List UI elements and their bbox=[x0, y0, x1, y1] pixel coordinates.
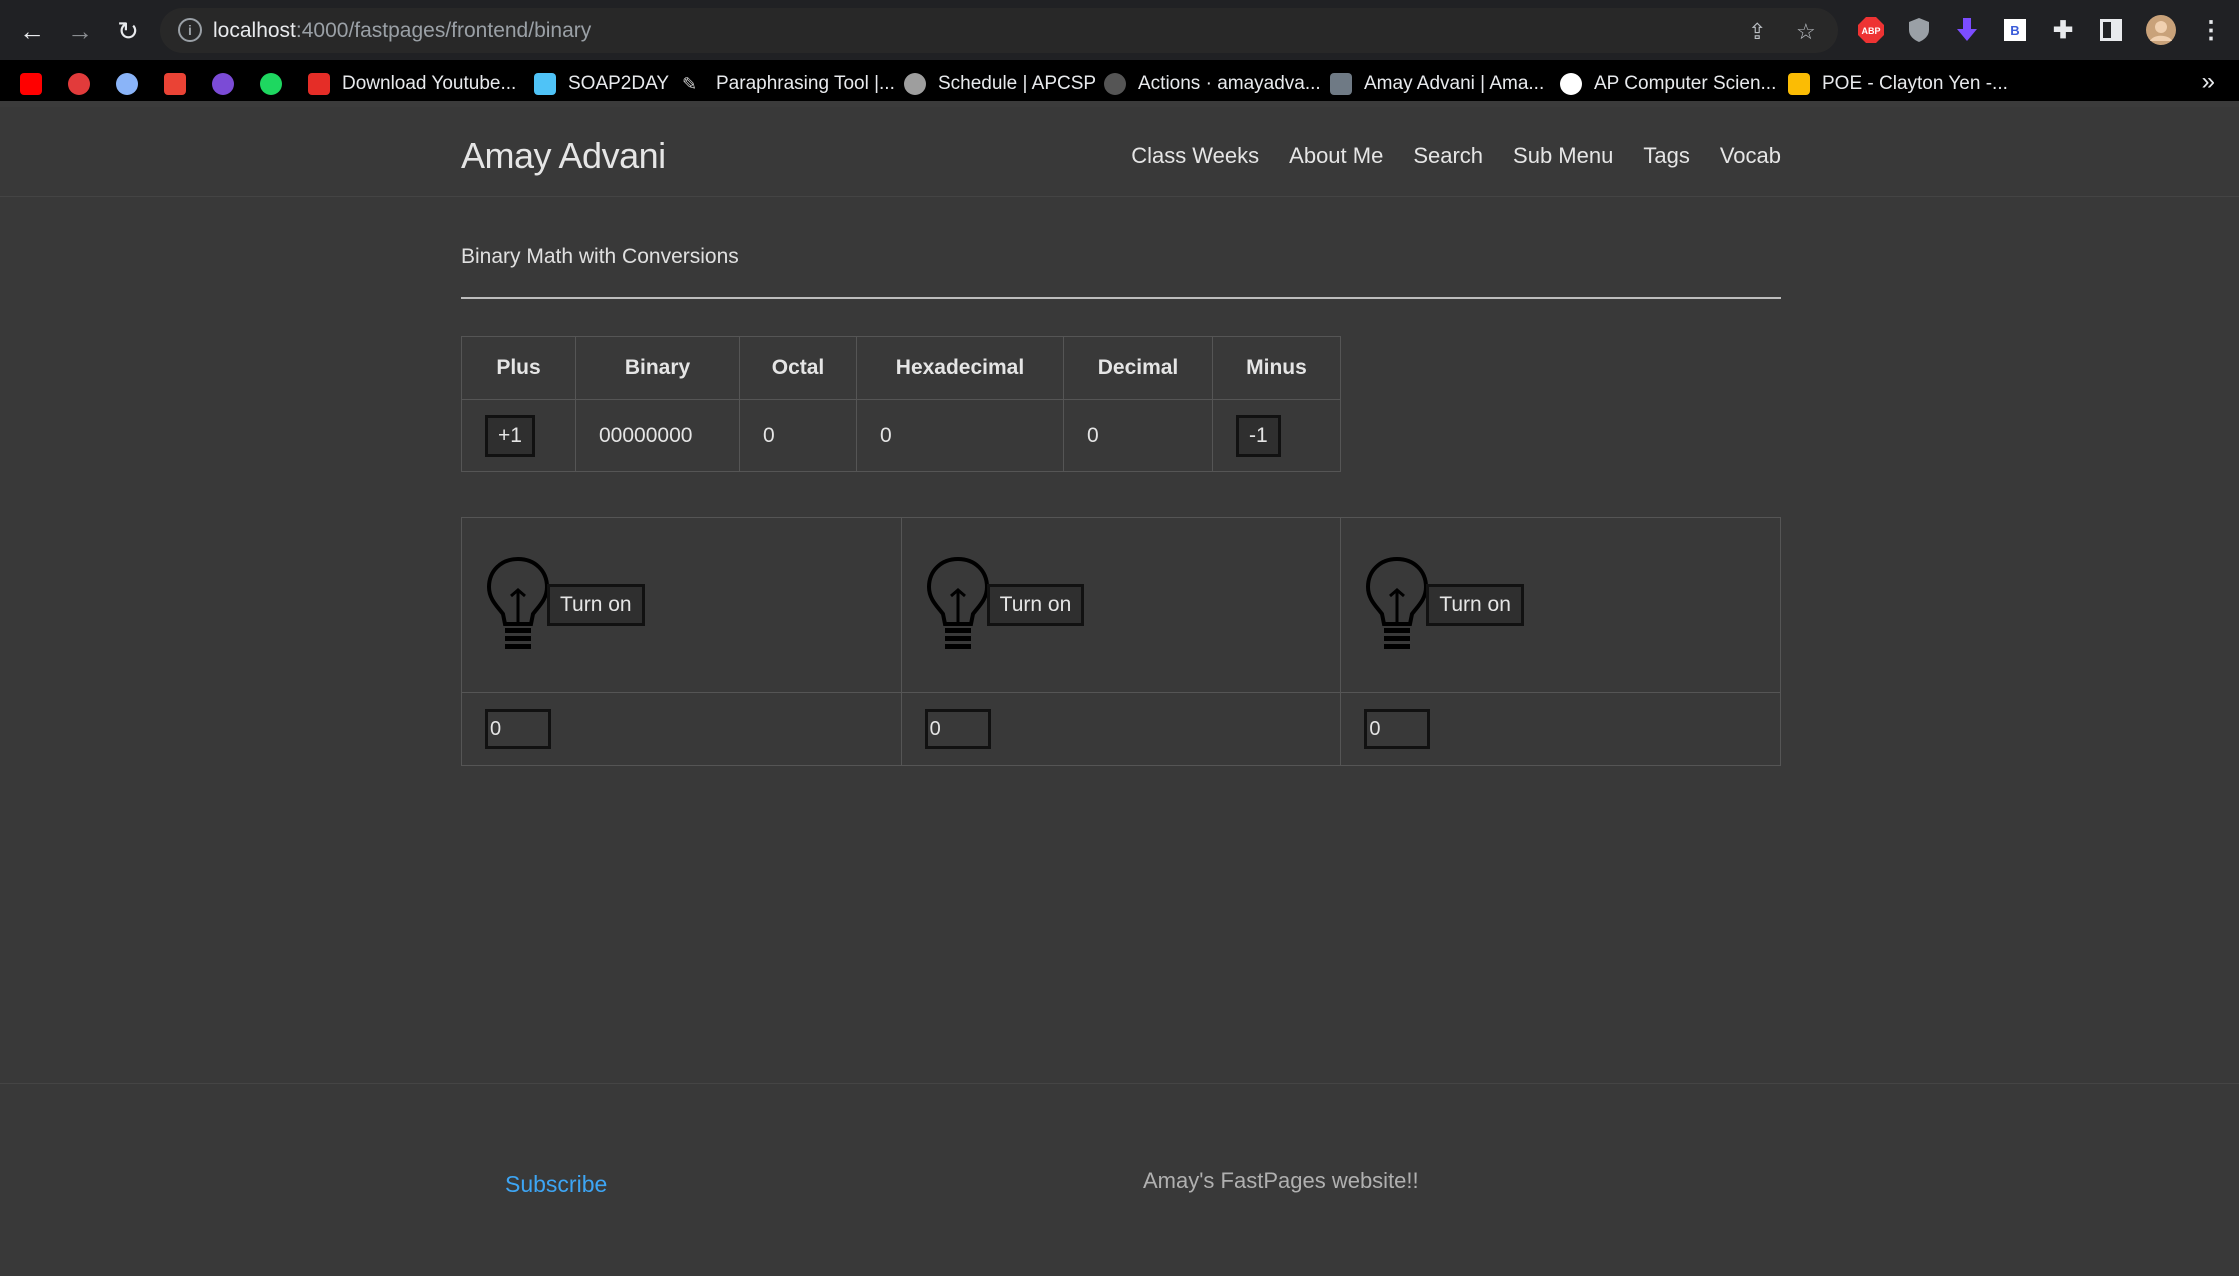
site-header: Amay Advani Class Weeks About Me Search … bbox=[0, 113, 2239, 197]
bookmark-2[interactable] bbox=[68, 70, 90, 98]
fastpages-icon bbox=[1330, 73, 1352, 95]
page: Amay Advani Class Weeks About Me Search … bbox=[0, 113, 2239, 1276]
google-drive-icon bbox=[1788, 73, 1810, 95]
nav-tags[interactable]: Tags bbox=[1643, 143, 1689, 169]
turn-on-button[interactable]: Turn on bbox=[547, 584, 645, 626]
nav-vocab[interactable]: Vocab bbox=[1720, 143, 1781, 169]
site-info-icon[interactable]: i bbox=[178, 18, 202, 42]
bookmark-3[interactable] bbox=[116, 70, 138, 98]
header-octal: Octal bbox=[739, 336, 857, 400]
svg-text:B: B bbox=[2010, 23, 2019, 38]
site-footer: Subscribe Amay's FastPages website!! bbox=[0, 1083, 2239, 1276]
globe-dark-icon bbox=[1560, 73, 1582, 95]
bookmark-gmail[interactable] bbox=[164, 70, 186, 98]
reload-icon[interactable]: ↻ bbox=[111, 14, 145, 48]
subscribe-link[interactable]: Subscribe bbox=[505, 1171, 607, 1198]
more-bookmarks-icon[interactable]: » bbox=[2202, 68, 2215, 96]
lightbulb-icon bbox=[1366, 556, 1429, 649]
hexadecimal-value: 0 bbox=[856, 399, 1064, 472]
address-bar[interactable]: i localhost:4000/fastpages/frontend/bina… bbox=[160, 8, 1838, 53]
conversion-table: Plus Binary Octal Hexadecimal Decimal Mi… bbox=[461, 336, 1341, 472]
colorwheel-icon bbox=[212, 73, 234, 95]
github-icon bbox=[1104, 73, 1126, 95]
back-icon[interactable]: ← bbox=[15, 14, 49, 48]
shield-icon[interactable] bbox=[1903, 14, 1935, 46]
binary-value: 00000000 bbox=[575, 399, 740, 472]
value-row bbox=[461, 692, 1781, 766]
bookmark-paraphrasing[interactable]: ✎ Paraphrasing Tool |... bbox=[682, 70, 895, 98]
side-panel-icon[interactable] bbox=[2095, 14, 2127, 46]
extensions-puzzle-icon[interactable]: ✚ bbox=[2047, 14, 2079, 46]
header-minus: Minus bbox=[1212, 336, 1341, 400]
value-cell bbox=[1340, 692, 1781, 766]
lightbulb-icon bbox=[926, 556, 989, 649]
footer-description: Amay's FastPages website!! bbox=[1143, 1168, 1419, 1193]
nav-search[interactable]: Search bbox=[1413, 143, 1483, 169]
sun-icon bbox=[68, 73, 90, 95]
bookmark-apcs[interactable]: AP Computer Scien... bbox=[1560, 70, 1776, 98]
bit-cell: Turn on bbox=[461, 517, 902, 693]
bulb-row: Turn on Turn on Turn on bbox=[461, 517, 1781, 693]
decimal-value: 0 bbox=[1063, 399, 1213, 472]
header-hexadecimal: Hexadecimal bbox=[856, 336, 1064, 400]
forward-icon[interactable]: → bbox=[63, 14, 97, 48]
table-header-row: Plus Binary Octal Hexadecimal Decimal Mi… bbox=[461, 336, 1341, 400]
plus-cell: +1 bbox=[461, 399, 576, 472]
spotify-icon bbox=[260, 73, 282, 95]
bit-value-input[interactable] bbox=[485, 709, 551, 749]
nav-class-weeks[interactable]: Class Weeks bbox=[1131, 143, 1259, 169]
gmail-icon bbox=[164, 73, 186, 95]
lightbulb-icon bbox=[486, 556, 550, 649]
nav-about-me[interactable]: About Me bbox=[1289, 143, 1383, 169]
minus-cell: -1 bbox=[1212, 399, 1341, 472]
header-binary: Binary bbox=[575, 336, 740, 400]
download-icon[interactable] bbox=[1951, 14, 1983, 46]
table-row: +1 00000000 0 0 0 -1 bbox=[461, 399, 1341, 472]
header-decimal: Decimal bbox=[1063, 336, 1213, 400]
turn-on-button[interactable]: Turn on bbox=[986, 584, 1085, 626]
b-extension-icon[interactable]: B bbox=[1999, 14, 2031, 46]
bookmark-star-icon[interactable]: ☆ bbox=[1796, 19, 1816, 45]
value-cell bbox=[461, 692, 902, 766]
minus-one-button[interactable]: -1 bbox=[1236, 414, 1281, 457]
bookmark-poe[interactable]: POE - Clayton Yen -... bbox=[1788, 70, 2008, 98]
title-divider bbox=[461, 297, 1781, 299]
youtube-icon bbox=[20, 73, 42, 95]
menu-kebab-icon[interactable]: ⋮ bbox=[2195, 14, 2227, 46]
feather-icon: ✎ bbox=[682, 74, 698, 94]
octal-value: 0 bbox=[739, 399, 857, 472]
profile-avatar-icon[interactable] bbox=[2145, 14, 2177, 46]
bit-value-input[interactable] bbox=[924, 709, 991, 749]
bookmark-spotify[interactable] bbox=[260, 70, 282, 98]
svg-text:ABP: ABP bbox=[1861, 26, 1880, 36]
bookmark-soap2day[interactable]: SOAP2DAY bbox=[534, 70, 669, 98]
search-globe-icon bbox=[904, 73, 926, 95]
value-cell bbox=[900, 692, 1342, 766]
post-title: Binary Math with Conversions bbox=[461, 245, 739, 268]
bit-value-input[interactable] bbox=[1364, 709, 1431, 749]
bookmark-download-youtube[interactable]: Download Youtube... bbox=[308, 70, 516, 98]
adblock-icon[interactable]: ABP bbox=[1855, 14, 1887, 46]
nav-sub-menu[interactable]: Sub Menu bbox=[1513, 143, 1613, 169]
bookmark-amay[interactable]: Amay Advani | Ama... bbox=[1330, 70, 1544, 98]
soap2day-icon bbox=[534, 73, 556, 95]
bit-cell: Turn on bbox=[1340, 517, 1781, 693]
site-title[interactable]: Amay Advani bbox=[461, 135, 666, 177]
bookmark-schedule[interactable]: Schedule | APCSP bbox=[904, 70, 1096, 98]
download-youtube-icon bbox=[308, 73, 330, 95]
plus-one-button[interactable]: +1 bbox=[485, 414, 535, 457]
site-nav: Class Weeks About Me Search Sub Menu Tag… bbox=[1131, 143, 1781, 169]
bookmark-youtube[interactable] bbox=[20, 70, 42, 98]
share-icon[interactable]: ⇪ bbox=[1748, 19, 1766, 45]
globe-icon bbox=[116, 73, 138, 95]
bookmark-5[interactable] bbox=[212, 70, 234, 98]
browser-toolbar: ← → ↻ i localhost:4000/fastpages/fronten… bbox=[0, 0, 2239, 60]
bookmarks-bar: Download Youtube... SOAP2DAY ✎ Paraphrasi… bbox=[0, 60, 2239, 107]
bits-table: Turn on Turn on Turn on 0 0 0 bbox=[461, 517, 1781, 766]
header-plus: Plus bbox=[461, 336, 576, 400]
url-text[interactable]: localhost:4000/fastpages/frontend/binary bbox=[213, 19, 591, 43]
bookmark-actions[interactable]: Actions · amayadva... bbox=[1104, 70, 1321, 98]
bit-cell: Turn on bbox=[900, 517, 1342, 693]
turn-on-button[interactable]: Turn on bbox=[1426, 584, 1524, 626]
